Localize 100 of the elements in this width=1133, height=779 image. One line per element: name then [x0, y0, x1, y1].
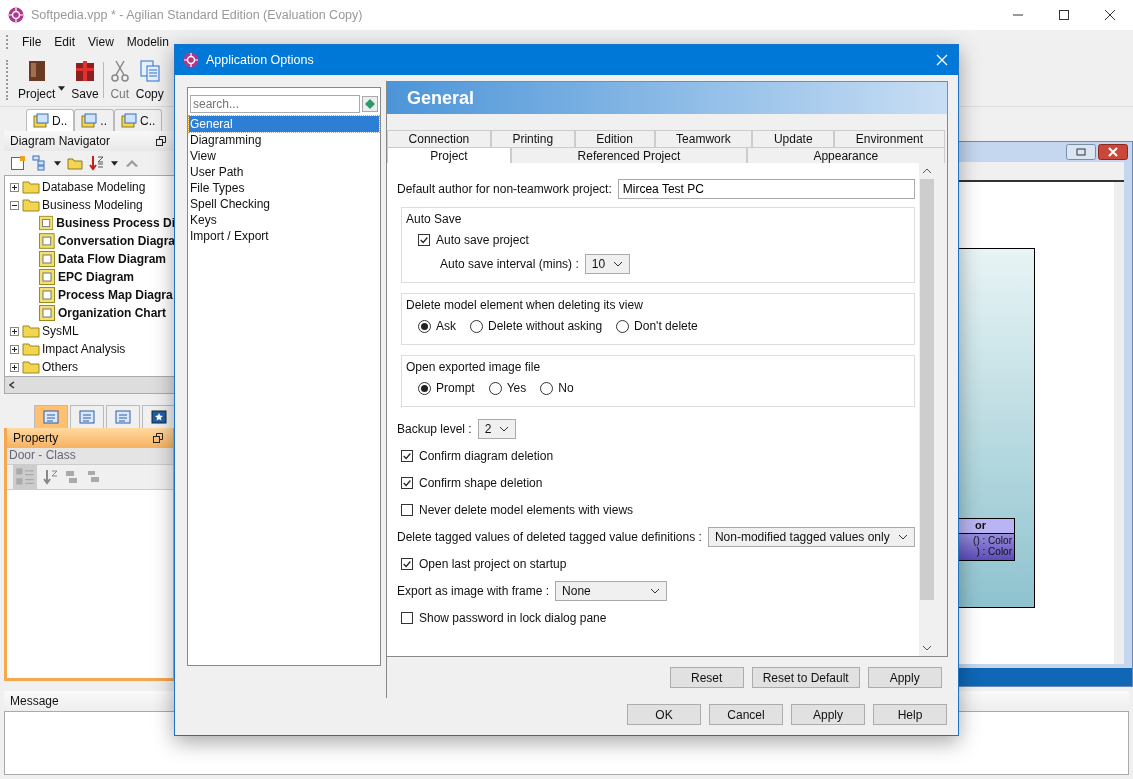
sort-icon[interactable]: [89, 155, 105, 171]
checkbox[interactable]: [401, 477, 413, 489]
tree-item[interactable]: EPC Diagram: [58, 270, 135, 284]
vertical-scrollbar[interactable]: [1114, 182, 1124, 664]
chevron-down-icon: [499, 426, 510, 432]
new-diagram-icon[interactable]: [10, 155, 26, 171]
dropdown[interactable]: 10: [584, 254, 631, 274]
scroll-left-icon[interactable]: [9, 381, 15, 389]
radio-button[interactable]: [540, 381, 554, 395]
tree-item[interactable]: Process Map Diagra: [58, 288, 173, 302]
chevron-down-icon: [650, 588, 661, 594]
page-button[interactable]: Apply: [867, 667, 942, 688]
window-title: Softpedia.vpp * - Agilian Standard Edition (Evaluation Copy): [31, 8, 363, 22]
menu-item[interactable]: File: [16, 35, 49, 49]
window-stack-icon: [33, 112, 49, 129]
dropdown[interactable]: Non-modified tagged values only: [707, 527, 915, 547]
category-item[interactable]: Diagramming: [189, 132, 379, 148]
tree-item[interactable]: Database Modeling: [42, 180, 146, 194]
clear-search-icon[interactable]: [362, 96, 378, 112]
navigator-tab[interactable]: C..: [114, 109, 163, 131]
tree-item[interactable]: Organization Chart: [58, 306, 166, 320]
diagram-icon: [39, 215, 54, 231]
dropdown[interactable]: None: [555, 581, 668, 601]
dropdown[interactable]: 2: [477, 419, 517, 439]
expand-toggle-icon[interactable]: [10, 326, 19, 336]
dropdown-caret-icon[interactable]: [58, 85, 66, 91]
checkbox[interactable]: [401, 612, 413, 624]
radio-button[interactable]: [418, 381, 431, 395]
sort-icon[interactable]: [43, 469, 59, 485]
page-button[interactable]: Reset to Default: [751, 667, 860, 688]
navigator-tab[interactable]: D..: [26, 109, 75, 131]
search-field[interactable]: search...: [190, 95, 360, 113]
tree-item[interactable]: Business Modeling: [42, 198, 143, 212]
category-item[interactable]: Import / Export: [189, 228, 379, 244]
expand-toggle-icon[interactable]: [10, 182, 19, 192]
author-field[interactable]: Mircea Test PC: [617, 179, 915, 199]
radio-button[interactable]: [488, 381, 502, 395]
settings-tab[interactable]: Edition: [574, 130, 655, 147]
toolbar-button[interactable]: Save: [69, 57, 101, 103]
navigator-tab[interactable]: ..: [74, 109, 114, 131]
expand-toggle-icon[interactable]: [10, 344, 19, 354]
close-icon[interactable]: [1098, 144, 1128, 160]
group-title: Delete model element when deleting its view: [406, 298, 643, 312]
tree-item[interactable]: Conversation Diagra: [57, 234, 175, 248]
dropdown-caret-icon[interactable]: [111, 160, 118, 166]
dialog-button[interactable]: Cancel: [709, 704, 783, 725]
scroll-up-icon[interactable]: [921, 168, 932, 174]
category-item[interactable]: User Path: [189, 164, 379, 180]
dialog-button[interactable]: Help: [873, 704, 947, 725]
tree-item[interactable]: Impact Analysis: [42, 342, 126, 356]
tree-item[interactable]: SysML: [42, 324, 79, 338]
settings-tab[interactable]: Teamwork: [654, 130, 753, 147]
category-item[interactable]: Keys: [189, 212, 379, 228]
property-tab[interactable]: [142, 405, 176, 428]
settings-tab[interactable]: Update: [752, 130, 835, 147]
menu-item[interactable]: Modelin: [120, 35, 176, 49]
category-item[interactable]: General: [189, 116, 379, 132]
checkbox[interactable]: [401, 504, 413, 516]
tree-layout-icon[interactable]: [32, 155, 48, 171]
window-stack-icon: [121, 112, 137, 129]
page-button[interactable]: Reset: [669, 667, 744, 688]
category-item[interactable]: View: [189, 148, 379, 164]
dialog-button[interactable]: Apply: [791, 704, 865, 725]
expand-toggle-icon[interactable]: [10, 362, 19, 372]
tree-item[interactable]: Data Flow Diagram: [58, 252, 167, 266]
maximize-icon[interactable]: [1058, 9, 1070, 21]
expand-toggle-icon[interactable]: [10, 200, 19, 210]
vertical-scrollbar[interactable]: [918, 163, 935, 656]
toolbar-button[interactable]: Copy: [133, 57, 166, 103]
property-subject: Door - Class: [7, 448, 173, 465]
restore-icon[interactable]: [156, 136, 166, 146]
horizontal-scrollbar[interactable]: [4, 376, 176, 394]
toolbar-button[interactable]: Project: [16, 57, 58, 103]
tree-item[interactable]: Business Process Di: [56, 216, 175, 230]
settings-tab[interactable]: Connection: [387, 130, 491, 147]
checkbox[interactable]: [401, 558, 413, 570]
radio-button[interactable]: [418, 319, 431, 333]
folder-icon[interactable]: [67, 155, 83, 171]
checkbox[interactable]: [418, 234, 430, 246]
close-icon[interactable]: [1104, 9, 1116, 21]
category-item[interactable]: Spell Checking: [189, 196, 379, 212]
dialog-button[interactable]: OK: [627, 704, 701, 725]
settings-tab[interactable]: Referenced Project: [511, 147, 747, 163]
app-logo-icon: [8, 7, 24, 23]
dropdown-caret-icon[interactable]: [54, 160, 61, 166]
settings-tab[interactable]: Environment: [834, 130, 945, 147]
panel-title: Message: [10, 694, 59, 708]
checkbox[interactable]: [401, 450, 413, 462]
category-item[interactable]: File Types: [189, 180, 379, 196]
tree-item[interactable]: Others: [42, 360, 78, 374]
settings-tab[interactable]: Printing: [490, 130, 575, 147]
menu-item[interactable]: View: [82, 35, 121, 49]
restore-icon[interactable]: [153, 433, 163, 443]
radio-button[interactable]: [616, 319, 630, 333]
menu-item[interactable]: Edit: [48, 35, 83, 49]
scroll-down-icon[interactable]: [921, 645, 932, 651]
checkbox-label: Confirm diagram deletion: [419, 449, 554, 463]
settings-tab[interactable]: Appearance: [746, 147, 945, 163]
settings-tab[interactable]: Project: [387, 147, 511, 163]
radio-button[interactable]: [470, 319, 483, 333]
